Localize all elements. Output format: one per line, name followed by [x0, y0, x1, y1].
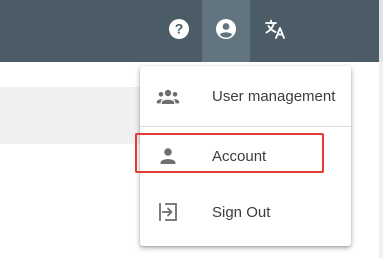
person-icon	[156, 144, 180, 168]
menu-item-sign-out[interactable]: Sign Out	[140, 184, 351, 240]
menu-item-user-management[interactable]: User management	[140, 66, 351, 127]
menu-item-account[interactable]: Account	[140, 128, 351, 184]
help-icon: ?	[167, 17, 191, 46]
content-header-band	[0, 87, 140, 144]
menu-item-label: User management	[212, 88, 336, 105]
svg-text:?: ?	[175, 20, 184, 36]
account-circle-icon	[214, 17, 238, 46]
scrollbar-track[interactable]	[379, 62, 383, 258]
sign-out-icon	[156, 200, 180, 224]
language-button[interactable]	[256, 0, 294, 62]
account-button[interactable]	[202, 0, 250, 62]
translate-icon	[263, 17, 287, 46]
top-app-bar: ?	[0, 0, 383, 62]
menu-item-label: Sign Out	[212, 203, 271, 221]
help-button[interactable]: ?	[160, 0, 198, 62]
group-icon	[156, 85, 180, 109]
menu-item-label: Account	[212, 147, 267, 165]
menu-divider	[140, 126, 351, 127]
account-menu: User management Account Sign Out	[140, 66, 351, 246]
window-edge	[379, 0, 383, 62]
